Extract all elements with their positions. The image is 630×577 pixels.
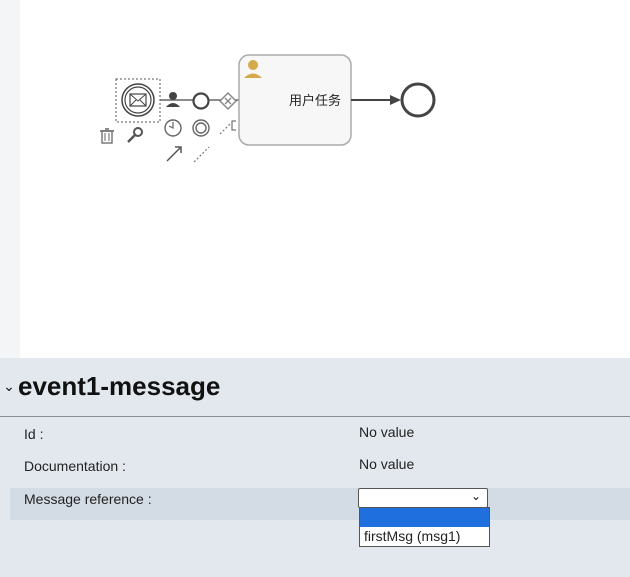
append-end-event-icon[interactable]: [192, 92, 210, 110]
chevron-down-icon[interactable]: ⌄: [0, 378, 18, 395]
documentation-row: Documentation : No value: [10, 450, 630, 482]
connect-icon[interactable]: [166, 146, 182, 162]
id-row: Id : No value: [10, 418, 630, 450]
delete-icon[interactable]: [100, 128, 114, 144]
arrowhead: [390, 95, 401, 105]
canvas-left-strip: [0, 0, 20, 358]
panel-header[interactable]: ⌄ event1-message: [0, 366, 220, 406]
user-task-label: 用户任务: [288, 94, 341, 109]
append-gateway-icon[interactable]: [218, 91, 238, 111]
documentation-value: No value: [359, 456, 415, 472]
append-intermediate-event-icon[interactable]: [192, 119, 210, 137]
message-start-event[interactable]: [121, 83, 155, 117]
dropdown-option-empty[interactable]: [360, 508, 489, 527]
end-event[interactable]: [400, 82, 436, 118]
panel-title: event1-message: [18, 370, 221, 401]
id-label: Id :: [24, 426, 44, 442]
message-reference-row: Message reference :: [10, 488, 630, 520]
association-icon[interactable]: [193, 146, 210, 163]
documentation-label: Documentation :: [24, 458, 126, 474]
append-timer-event-icon[interactable]: [164, 119, 182, 137]
divider: [0, 416, 630, 417]
bpmn-canvas[interactable]: 用户任务: [20, 0, 630, 358]
dropdown-option-firstmsg[interactable]: firstMsg (msg1): [360, 527, 489, 546]
chevron-down-icon: ⌄: [470, 489, 481, 503]
text-annotation-icon[interactable]: [219, 120, 236, 135]
message-reference-dropdown[interactable]: firstMsg (msg1): [359, 507, 490, 547]
id-value: No value: [359, 424, 415, 440]
message-reference-label: Message reference :: [24, 491, 152, 507]
message-reference-select[interactable]: ⌄: [358, 488, 488, 508]
wrench-icon[interactable]: [127, 127, 143, 143]
